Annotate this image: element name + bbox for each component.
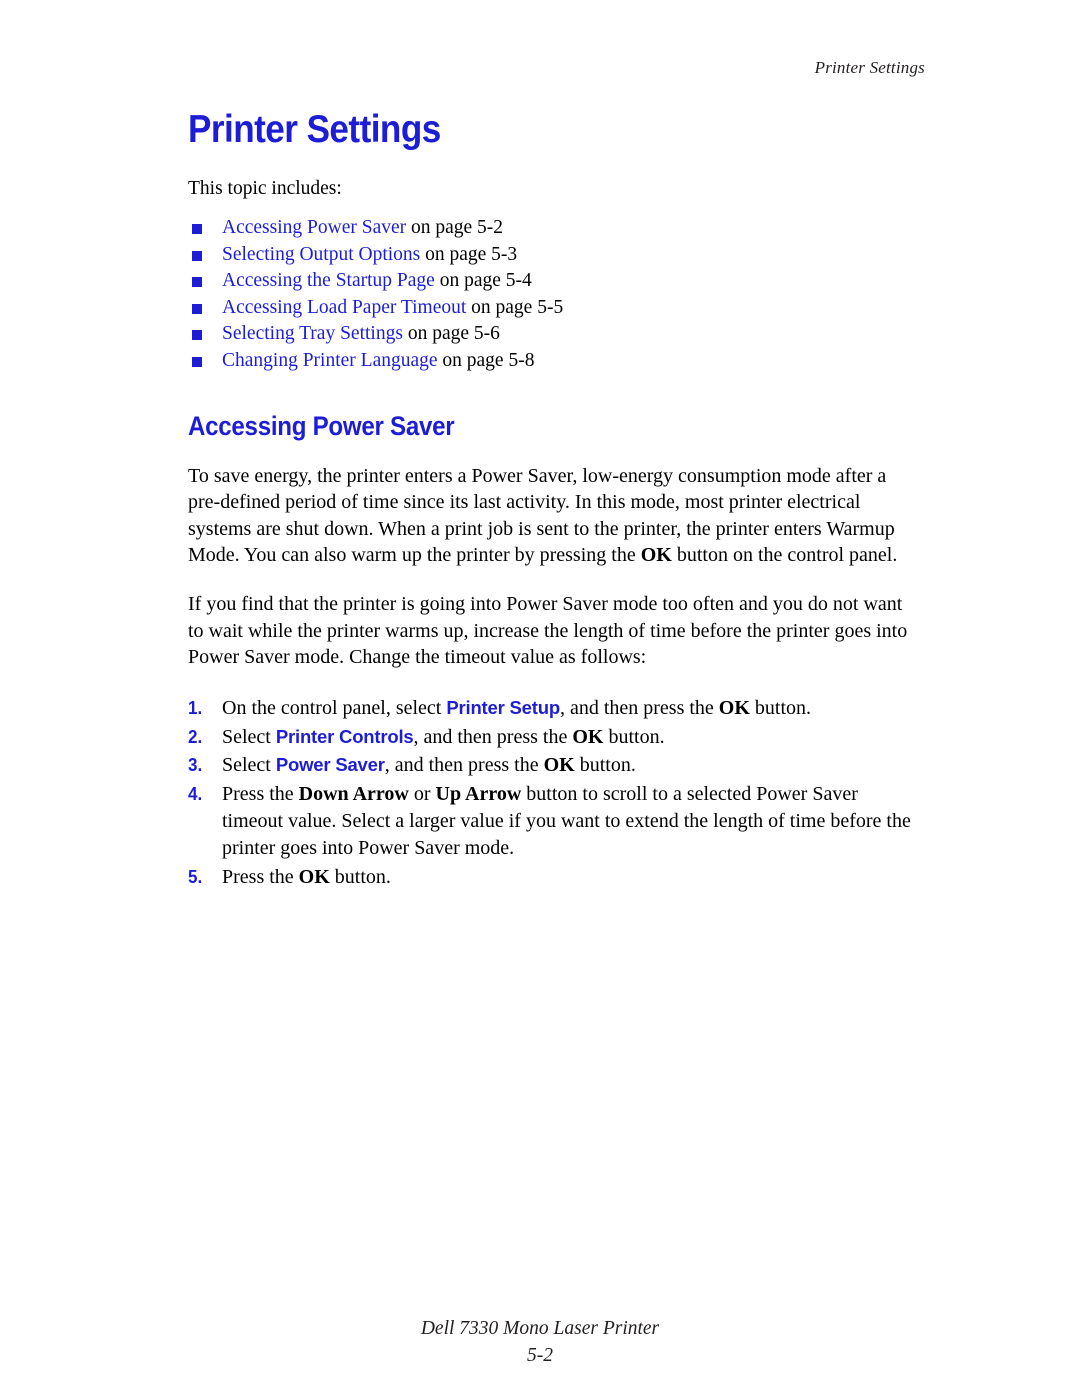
topic-page-ref: on page 5-4 (434, 270, 532, 292)
step-text: Select (222, 725, 276, 748)
topic-link[interactable]: Accessing the Startup Page (222, 270, 435, 291)
ok-button-term: OK (718, 696, 750, 719)
step-text-cont: , and then press the (384, 754, 544, 777)
menu-term: Power Saver (275, 754, 385, 776)
topic-page-ref: on page 5-2 (406, 217, 504, 238)
list-item[interactable]: Selecting Tray Settings on page 5-6 (188, 321, 922, 348)
step-text: Press the (222, 783, 299, 806)
step-text-end: button. (574, 754, 636, 777)
step-text-end: button. (603, 725, 665, 748)
section-heading: Accessing Power Saver (188, 410, 455, 441)
step-text-cont: , and then press the (559, 696, 719, 719)
square-bullet-icon (192, 250, 202, 261)
topic-page-ref: on page 5-5 (466, 296, 564, 318)
step-text-cont: or (408, 783, 436, 806)
list-item: 4. Press the Down Arrow or Up Arrow butto… (188, 781, 922, 861)
up-arrow-term: Up Arrow (435, 783, 522, 806)
step-number: 5. (188, 865, 203, 887)
square-bullet-icon (192, 224, 202, 234)
down-arrow-term: Down Arrow (298, 783, 409, 806)
paragraph-text-cont: button on the control panel. (671, 544, 898, 567)
list-item: 1. On the control panel, select Printer S… (188, 695, 922, 722)
ok-button-term: OK (572, 725, 604, 748)
numbered-steps-list: 1. On the control panel, select Printer S… (188, 695, 922, 891)
topic-page-ref: on page 5-8 (437, 349, 535, 371)
topic-link[interactable]: Selecting Output Options (222, 244, 420, 265)
topic-link[interactable]: Accessing Power Saver (222, 217, 406, 238)
ok-button-term: OK (543, 754, 575, 777)
page-title: Printer Settings (188, 108, 441, 151)
list-item: 2. Select Printer Controls, and then pres… (188, 724, 922, 751)
topic-link[interactable]: Selecting Tray Settings (222, 323, 403, 344)
menu-term: Printer Controls (275, 725, 414, 747)
step-text-end: button. (749, 696, 812, 719)
topic-link[interactable]: Accessing Load Paper Timeout (222, 297, 466, 318)
step-number: 4. (188, 783, 203, 805)
footer-product-name: Dell 7330 Mono Laser Printer (420, 1318, 660, 1339)
footer-page-number: 5-2 (527, 1345, 553, 1366)
list-item[interactable]: Accessing Load Paper Timeout on page 5-5 (188, 295, 922, 322)
body-paragraph-2: If you find that the printer is going in… (188, 592, 908, 669)
list-item: 3. Select Power Saver, and then press the… (188, 752, 922, 779)
list-item[interactable]: Changing Printer Language on page 5-8 (188, 348, 922, 375)
square-bullet-icon (192, 356, 202, 367)
ok-button-term: OK (640, 544, 672, 567)
list-item: 5. Press the OK button. (188, 864, 922, 891)
ok-button-term: OK (298, 865, 330, 888)
square-bullet-icon (192, 330, 202, 341)
step-text: Select (222, 754, 276, 777)
square-bullet-icon (192, 303, 202, 314)
step-number: 3. (188, 754, 203, 776)
list-item[interactable]: Accessing the Startup Page on page 5-4 (188, 268, 922, 295)
running-header: Printer Settings (814, 58, 925, 77)
square-bullet-icon (192, 277, 202, 288)
topic-page-ref: on page 5-3 (420, 243, 518, 265)
topic-link[interactable]: Changing Printer Language (222, 350, 438, 371)
step-number: 2. (188, 725, 203, 747)
list-item[interactable]: Accessing Power Saver on page 5-2 (188, 215, 922, 242)
page-footer: Dell 7330 Mono Laser Printer 5-2 (0, 1315, 1080, 1369)
topic-page-ref: on page 5-6 (402, 323, 500, 345)
body-paragraph-1: To save energy, the printer enters a Pow… (188, 463, 922, 569)
step-number: 1. (188, 696, 203, 718)
step-text-cont: , and then press the (413, 725, 573, 748)
step-text: Press the (222, 865, 299, 888)
step-text: On the control panel, select (222, 696, 447, 719)
list-item[interactable]: Selecting Output Options on page 5-3 (188, 242, 922, 269)
intro-text: This topic includes: (188, 178, 342, 199)
topic-link-list: Accessing Power Saver on page 5-2 Select… (188, 215, 922, 375)
page-content: Printer Settings This topic includes: Ac… (188, 108, 922, 892)
document-page: Printer Settings Printer Settings This t… (0, 0, 1080, 1397)
menu-term: Printer Setup (446, 696, 560, 718)
step-text-end: button. (329, 865, 391, 888)
